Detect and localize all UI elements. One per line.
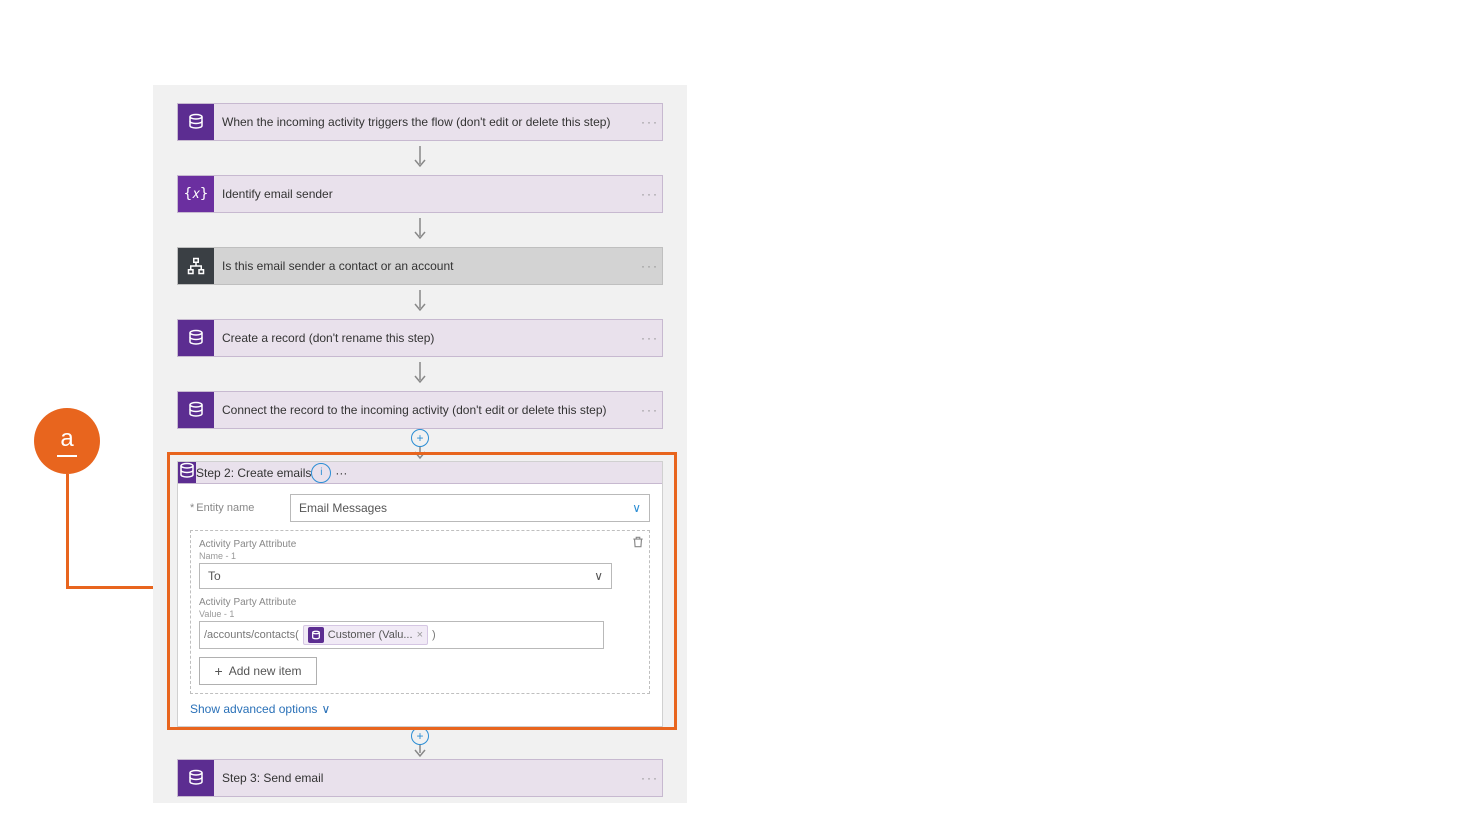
- entity-name-value: Email Messages: [299, 501, 387, 515]
- entity-name-label: *Entity name: [190, 502, 290, 514]
- ellipsis-icon[interactable]: ···: [638, 331, 662, 345]
- apa-value-prefix: /accounts/contacts(: [204, 629, 299, 641]
- step-label: Step 2: Create emails: [196, 466, 311, 480]
- entity-name-dropdown[interactable]: Email Messages ∨: [290, 494, 650, 522]
- add-step-button[interactable]: +: [153, 727, 687, 759]
- ellipsis-icon[interactable]: ···: [638, 187, 662, 201]
- step-condition[interactable]: Is this email sender a contact or an acc…: [177, 247, 663, 285]
- add-new-item-button[interactable]: + Add new item: [199, 657, 317, 685]
- flow-canvas: When the incoming activity triggers the …: [153, 85, 687, 803]
- ellipsis-icon[interactable]: ···: [638, 771, 662, 785]
- database-icon: [178, 320, 214, 356]
- close-icon[interactable]: ×: [417, 629, 423, 641]
- condition-icon: [178, 248, 214, 284]
- apa-name-dropdown[interactable]: To ∨: [199, 563, 612, 589]
- plus-circle-icon: +: [411, 429, 429, 447]
- ellipsis-icon[interactable]: ···: [638, 259, 662, 273]
- database-icon: [178, 104, 214, 140]
- callout-letter: a: [60, 425, 73, 453]
- card-header[interactable]: Step 2: Create emails i ···: [178, 462, 662, 484]
- step-label: Identify email sender: [214, 187, 638, 201]
- callout-line-v: [66, 474, 69, 589]
- ellipsis-icon[interactable]: ···: [638, 403, 662, 417]
- apa-value-suffix: ): [432, 629, 436, 641]
- apa-name-label: Activity Party Attribute: [199, 539, 641, 550]
- step-trigger[interactable]: When the incoming activity triggers the …: [177, 103, 663, 141]
- step-send-email[interactable]: Step 3: Send email ···: [177, 759, 663, 797]
- delete-icon[interactable]: [631, 535, 645, 552]
- ellipsis-icon[interactable]: ···: [335, 466, 347, 480]
- arrow-down: [153, 141, 687, 175]
- apa-name-sub: Name - 1: [199, 551, 641, 561]
- variable-icon: {𝑥}: [178, 176, 214, 212]
- callout-line-h: [66, 586, 164, 589]
- step-label: When the incoming activity triggers the …: [214, 115, 638, 129]
- apa-value-input[interactable]: /accounts/contacts( Customer (Valu... × …: [199, 621, 604, 649]
- card-body: *Entity name Email Messages ∨ Activity P…: [178, 484, 662, 726]
- step-label: Step 3: Send email: [214, 771, 638, 785]
- dynamic-token[interactable]: Customer (Valu... ×: [303, 625, 428, 645]
- step-label: Connect the record to the incoming activ…: [214, 403, 638, 417]
- entity-name-row: *Entity name Email Messages ∨: [190, 494, 650, 522]
- advanced-label: Show advanced options: [190, 702, 317, 716]
- database-icon: [178, 392, 214, 428]
- step-create-record[interactable]: Create a record (don't rename this step)…: [177, 319, 663, 357]
- activity-party-group: Activity Party Attribute Name - 1 To ∨ A…: [190, 530, 650, 694]
- step-label: Create a record (don't rename this step): [214, 331, 638, 345]
- step-create-emails-card: Step 2: Create emails i ··· *Entity name…: [177, 461, 663, 727]
- arrow-down: [153, 357, 687, 391]
- chevron-down-icon: ∨: [632, 501, 641, 515]
- step-connect-record[interactable]: Connect the record to the incoming activ…: [177, 391, 663, 429]
- database-icon: [178, 462, 196, 483]
- callout-a: a: [34, 408, 100, 474]
- apa-value-label: Activity Party Attribute: [199, 597, 641, 608]
- database-icon: [308, 627, 324, 643]
- ellipsis-icon[interactable]: ···: [638, 115, 662, 129]
- add-new-item-label: Add new item: [229, 664, 302, 678]
- step-label: Is this email sender a contact or an acc…: [214, 259, 638, 273]
- arrow-down: [153, 213, 687, 247]
- step-identify-sender[interactable]: {𝑥} Identify email sender ···: [177, 175, 663, 213]
- apa-name-value: To: [208, 569, 221, 583]
- chevron-down-icon: ∨: [594, 569, 603, 583]
- database-icon: [178, 760, 214, 796]
- show-advanced-options-link[interactable]: Show advanced options ∨: [190, 702, 650, 716]
- add-step-button[interactable]: +: [153, 429, 687, 461]
- callout-underline: [57, 455, 77, 457]
- plus-icon: +: [215, 663, 223, 679]
- chevron-down-icon: ∨: [321, 702, 330, 716]
- arrow-down: [153, 285, 687, 319]
- info-icon[interactable]: i: [311, 463, 331, 483]
- plus-circle-icon: +: [411, 727, 429, 745]
- token-text: Customer (Valu...: [328, 629, 413, 641]
- apa-value-sub: Value - 1: [199, 609, 641, 619]
